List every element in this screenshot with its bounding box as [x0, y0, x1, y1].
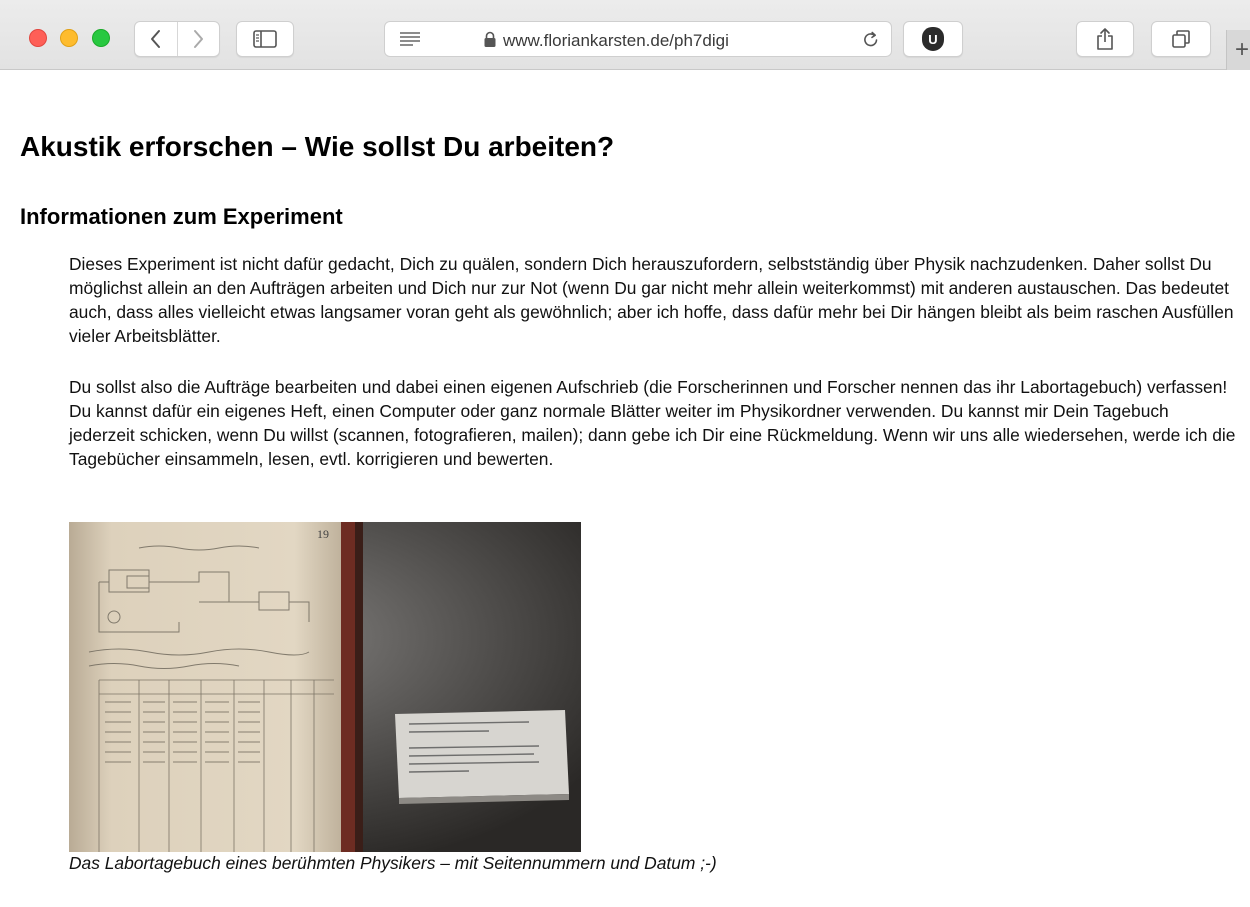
- tabs-icon: [1172, 30, 1190, 48]
- new-tab-button[interactable]: +: [1226, 30, 1250, 70]
- paragraph-1: Dieses Experiment ist nicht dafür gedach…: [69, 254, 1234, 346]
- lab-notebook-photo: 19: [69, 522, 581, 852]
- browser-toolbar: www.floriankarsten.de/ph7digi U +: [0, 0, 1250, 70]
- reader-icon: [400, 32, 420, 46]
- back-button[interactable]: [135, 22, 177, 56]
- extension-shield-icon: U: [922, 27, 944, 51]
- navigation-buttons: [134, 21, 220, 57]
- museum-label-card: [395, 710, 569, 804]
- page-title: Akustik erforschen – Wie sollst Du arbei…: [20, 131, 615, 162]
- tab-overview-button[interactable]: [1151, 21, 1211, 57]
- notebook-binding: [341, 522, 355, 852]
- paragraph-2: Du sollst also die Aufträge bearbeiten u…: [69, 377, 1236, 469]
- lock-icon: [484, 31, 496, 47]
- page-content: Akustik erforschen – Wie sollst Du arbei…: [0, 71, 1250, 907]
- share-icon: [1097, 28, 1113, 50]
- address-bar[interactable]: www.floriankarsten.de/ph7digi: [384, 21, 892, 57]
- lab-notebook-illustration: 19: [69, 522, 581, 852]
- sidebar-toggle-button[interactable]: [236, 21, 294, 57]
- forward-button[interactable]: [176, 22, 219, 56]
- chevron-left-icon: [150, 30, 160, 48]
- sidebar-icon: [253, 30, 277, 48]
- notebook-page-number: 19: [317, 527, 329, 541]
- share-button[interactable]: [1076, 21, 1134, 57]
- extension-badge-label: U: [928, 31, 938, 47]
- url-text[interactable]: www.floriankarsten.de/ph7digi: [503, 31, 773, 51]
- chevron-right-icon: [194, 30, 204, 48]
- figure-caption: Das Labortagebuch eines berühmten Physik…: [69, 853, 717, 873]
- section-heading: Informationen zum Experiment: [20, 204, 343, 229]
- extension-button[interactable]: U: [903, 21, 963, 57]
- zoom-window-button[interactable]: [92, 29, 110, 47]
- close-window-button[interactable]: [29, 29, 47, 47]
- minimize-window-button[interactable]: [60, 29, 78, 47]
- reload-icon[interactable]: [862, 30, 880, 49]
- reader-view-button[interactable]: [385, 21, 435, 57]
